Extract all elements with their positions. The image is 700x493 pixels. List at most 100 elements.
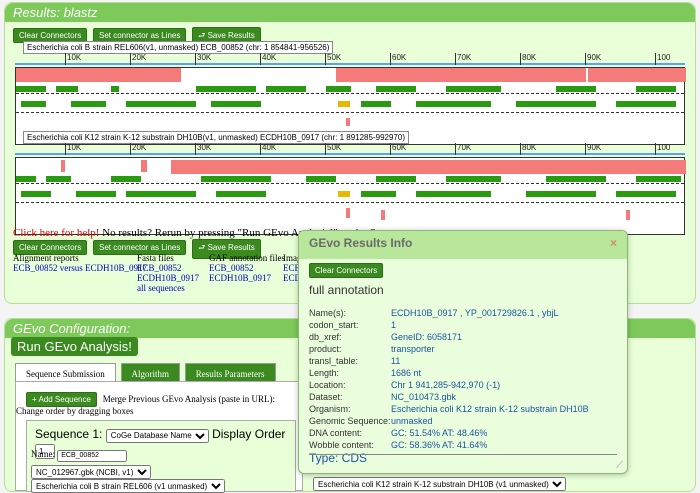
hsp-mark[interactable] xyxy=(346,208,350,218)
alignment-link[interactable]: ECB_00852 versus ECDH10B_0917 xyxy=(13,263,147,273)
tick: 50K xyxy=(325,53,341,65)
gene[interactable] xyxy=(526,191,596,197)
info-value: 11 xyxy=(391,356,401,366)
gene[interactable] xyxy=(446,86,501,92)
gene[interactable] xyxy=(196,86,256,92)
hsp-block[interactable] xyxy=(336,68,586,82)
gene[interactable] xyxy=(546,176,606,182)
resize-handle-icon[interactable]: ⟋ xyxy=(616,460,623,471)
gene[interactable] xyxy=(56,86,78,92)
gene[interactable] xyxy=(211,101,261,107)
info-key: DNA content: xyxy=(309,428,363,438)
merge-text: Merge Previous GEvo Analysis (paste in U… xyxy=(102,394,276,404)
fasta-link[interactable]: ECB_00852 xyxy=(137,263,199,273)
gene[interactable] xyxy=(216,191,266,197)
tick: 70K xyxy=(455,143,471,155)
gaf-link[interactable]: ECB_00852 xyxy=(209,263,285,273)
gaf-link[interactable]: ECDH10B_0917 xyxy=(209,273,285,283)
organism-select[interactable]: Escherichia coli B strain REL606 (v1 unm… xyxy=(31,479,225,493)
gene[interactable] xyxy=(376,86,416,92)
gene[interactable] xyxy=(446,176,501,182)
name-label: Name: xyxy=(31,449,55,459)
hsp-block[interactable] xyxy=(588,68,686,82)
sequence-label: Sequence 1: xyxy=(35,427,103,441)
gene[interactable] xyxy=(76,191,116,197)
display-order-label: Display Order xyxy=(212,427,286,441)
gene[interactable] xyxy=(556,86,596,92)
info-key: Location: xyxy=(309,380,346,390)
hsp-mark[interactable] xyxy=(61,160,65,172)
gene[interactable] xyxy=(361,101,391,107)
close-icon[interactable]: × xyxy=(610,236,617,250)
gene[interactable] xyxy=(516,101,596,107)
info-value[interactable]: Escherichia coli K12 strain K-12 substra… xyxy=(391,403,589,415)
run-gevo-button[interactable]: Run GEvo Analysis! xyxy=(11,337,138,356)
tick: 30K xyxy=(195,143,211,155)
gene[interactable] xyxy=(616,101,676,107)
gene[interactable] xyxy=(636,176,681,182)
report-header: Fasta files xyxy=(137,253,174,263)
info-value[interactable]: ECDH10B_0917 , YP_001729826.1 , ybjL xyxy=(391,307,558,319)
gene[interactable] xyxy=(21,101,46,107)
info-key: Wobble content: xyxy=(309,440,374,450)
gene[interactable] xyxy=(376,176,416,182)
gene[interactable] xyxy=(111,86,119,92)
info-value: 1 xyxy=(391,320,397,330)
hsp-block[interactable] xyxy=(171,160,686,174)
info-key: Length: xyxy=(309,368,340,378)
tick: 40K xyxy=(260,53,276,65)
name-input[interactable] xyxy=(57,449,128,462)
sequence-box[interactable]: Sequence 1: CoGe Database Name Display O… xyxy=(26,420,296,493)
gene[interactable] xyxy=(21,191,51,197)
info-value[interactable]: GeneID: 6058171 xyxy=(391,331,462,343)
gene[interactable] xyxy=(111,176,141,182)
tick: 80K xyxy=(520,53,536,65)
gene[interactable] xyxy=(416,191,491,197)
tick: 90K xyxy=(585,53,601,65)
tick: 70K xyxy=(455,53,471,65)
hsp-block[interactable] xyxy=(16,68,181,82)
annotation-label: full annotation xyxy=(309,283,384,297)
tick: 60K xyxy=(390,53,406,65)
sequence-submission-pane: + Add Sequence Merge Previous GEvo Analy… xyxy=(15,381,303,493)
gene[interactable] xyxy=(126,191,196,197)
fasta-link[interactable]: all sequences xyxy=(137,283,199,293)
dialog-header: GEvo Results Info × xyxy=(299,231,627,259)
gene[interactable] xyxy=(16,176,36,182)
fasta-link[interactable]: ECDH10B_0917 xyxy=(137,273,199,283)
help-link[interactable]: Click here for help! xyxy=(13,227,99,239)
info-value[interactable]: NC_010473.gbk xyxy=(391,391,456,403)
gene-selected[interactable] xyxy=(338,191,350,197)
ruler-1: 10K 20K 30K 40K 50K 60K 70K 80K 90K 100 xyxy=(15,53,685,65)
organism-select-2[interactable]: Escherichia coli K12 strain K-12 substra… xyxy=(313,477,566,491)
hsp-mark[interactable] xyxy=(141,160,147,172)
gene[interactable] xyxy=(46,176,71,182)
gene[interactable] xyxy=(266,86,306,92)
gene[interactable] xyxy=(126,101,196,107)
db-select[interactable]: CoGe Database Name xyxy=(105,428,209,443)
dataset-select[interactable]: NC_012967.gbk (NCBI, v1) xyxy=(31,465,151,479)
tick: 50K xyxy=(325,143,341,155)
gene[interactable] xyxy=(361,191,396,197)
track-2[interactable] xyxy=(15,157,686,235)
gene[interactable] xyxy=(201,176,271,182)
add-sequence-button[interactable]: + Add Sequence xyxy=(26,392,97,407)
reorder-text: Change order by dragging boxes xyxy=(16,406,134,416)
gene[interactable] xyxy=(416,101,491,107)
info-value: 1686 nt xyxy=(391,368,422,378)
gene[interactable] xyxy=(616,191,676,197)
gene[interactable] xyxy=(306,176,336,182)
info-key: db_xref: xyxy=(309,332,342,342)
gene[interactable] xyxy=(16,86,46,92)
gene[interactable] xyxy=(636,86,676,92)
gene-selected[interactable] xyxy=(338,101,350,107)
gene[interactable] xyxy=(326,86,351,92)
info-value: transporter xyxy=(391,344,435,354)
hsp-mark[interactable] xyxy=(626,210,630,220)
gene[interactable] xyxy=(71,101,106,107)
hsp-mark[interactable] xyxy=(381,210,385,220)
info-value[interactable]: Chr 1 941,285-942,970 (-1) xyxy=(391,379,500,391)
clear-connectors-button[interactable]: Clear Connectors xyxy=(309,263,384,278)
hsp-mark[interactable] xyxy=(346,118,350,126)
info-key: codon_start: xyxy=(309,320,359,330)
